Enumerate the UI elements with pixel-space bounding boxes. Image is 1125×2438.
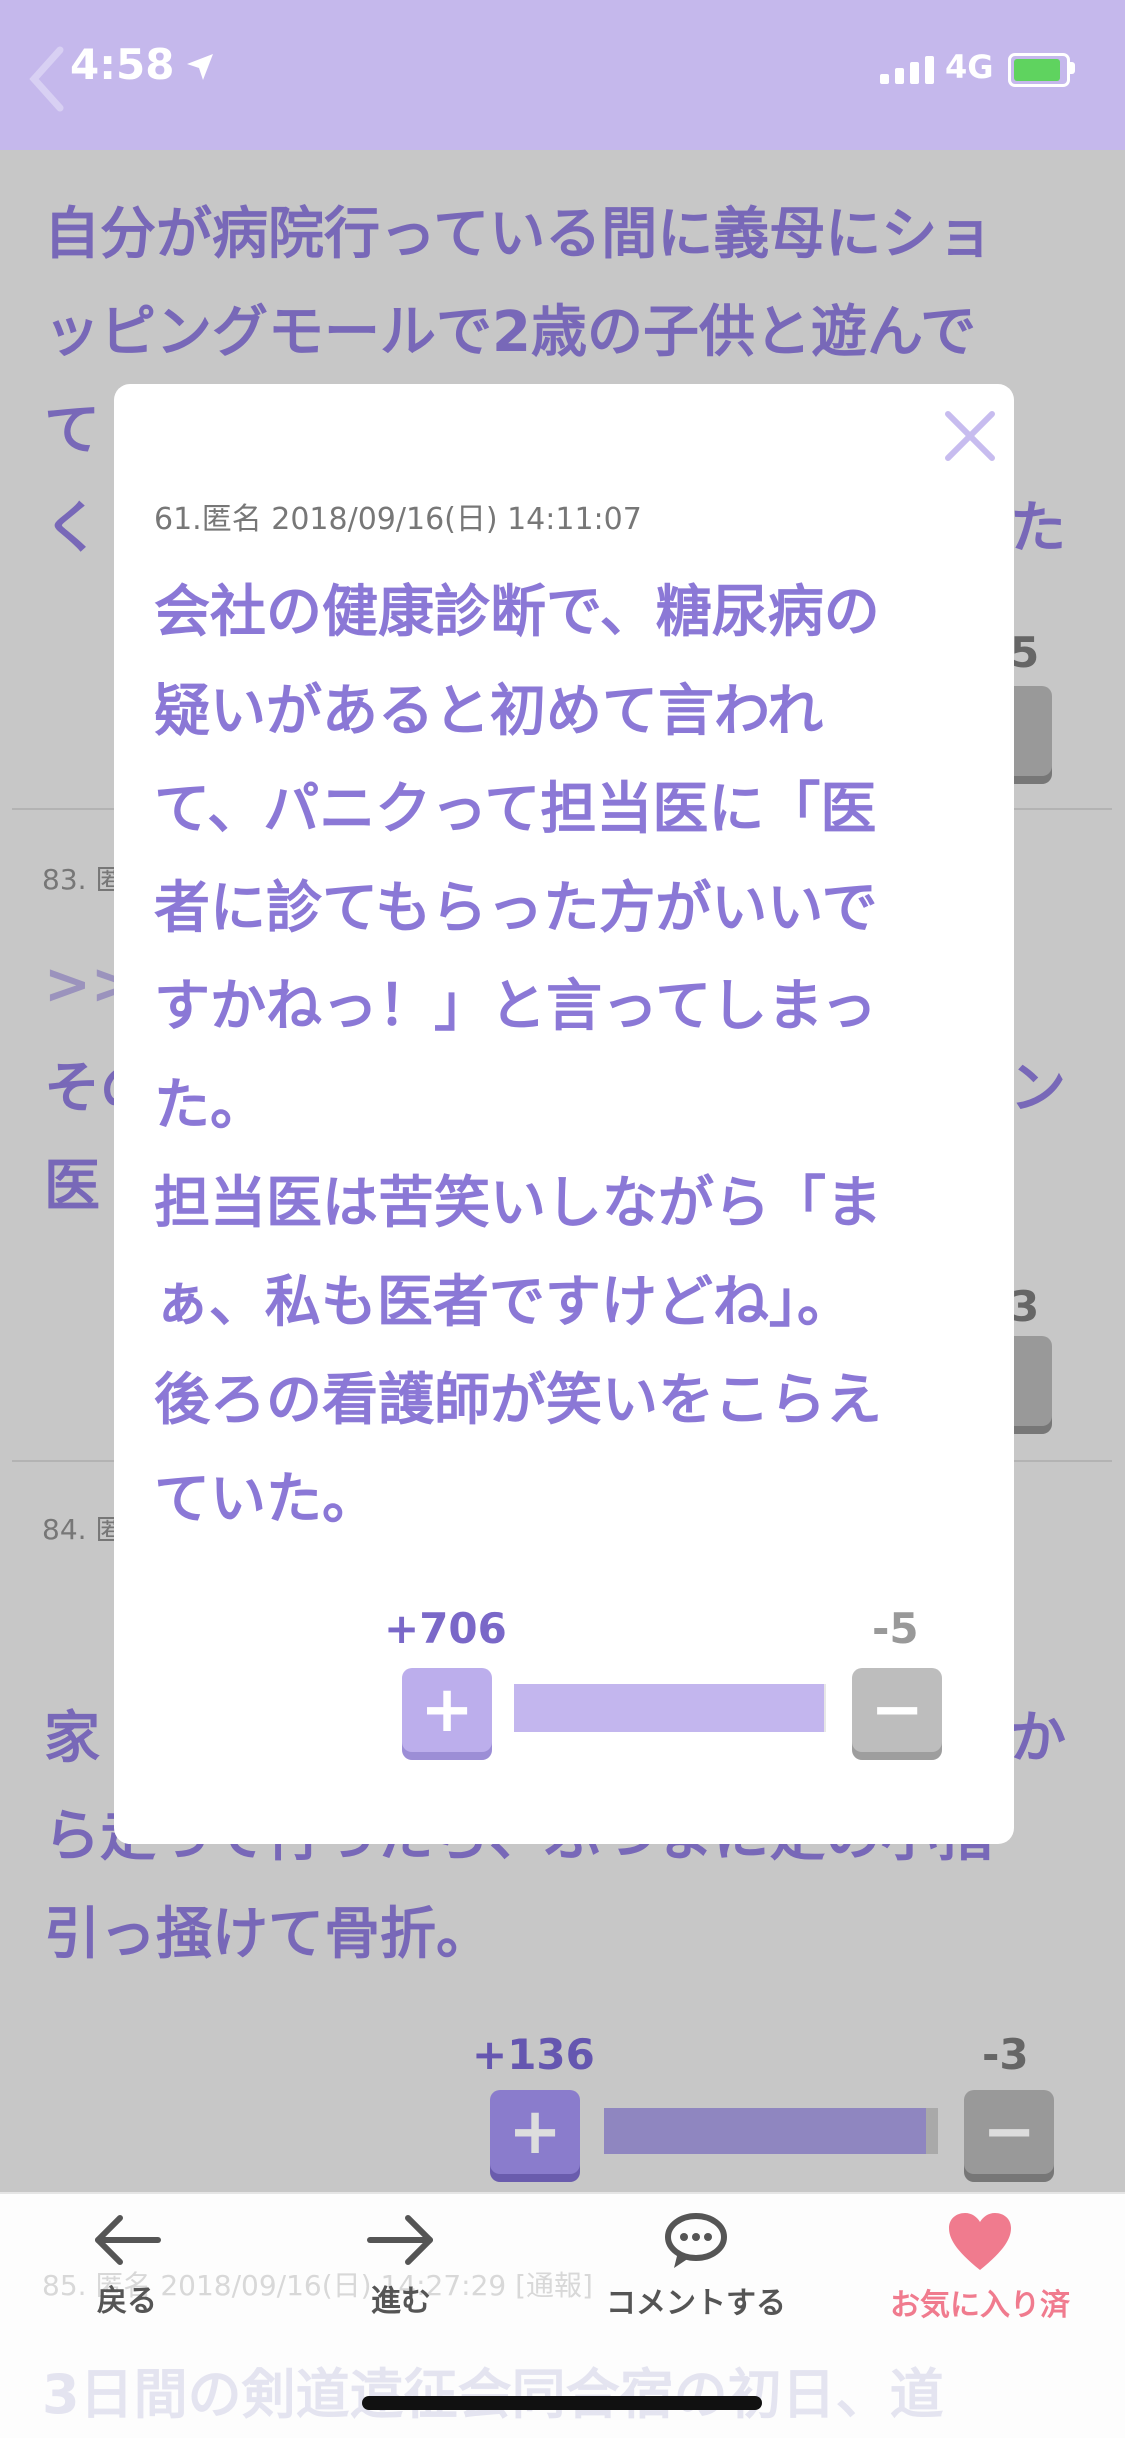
battery-icon xyxy=(1008,53,1070,87)
comment-line: て、パニクって担当医に「医 xyxy=(154,777,877,842)
network-type: 4G xyxy=(945,48,994,86)
post-text-tail: ン xyxy=(1010,1056,1066,1121)
post-text-tail: か xyxy=(1010,1706,1066,1771)
comment-line: 担当医は苦笑いしながら「ま xyxy=(154,1171,882,1236)
status-time: 4:58 xyxy=(70,40,175,89)
comment-line: 後ろの看護師が笑いをこらえ xyxy=(154,1368,882,1433)
comment-line: すかねっ！」と言ってしまっ xyxy=(154,974,877,1039)
speech-bubble-icon xyxy=(665,2213,727,2268)
comment-line: ていた。 xyxy=(154,1466,378,1532)
arrow-left-icon xyxy=(95,2215,161,2265)
plus-count: +136 xyxy=(472,2030,595,2079)
comment-body: 会社の健康診断で、糖尿病の 疑いがあると初めて言われ て、パニクって担当医に「医… xyxy=(154,564,984,1549)
comment-line: 会社の健康診断で、糖尿病の xyxy=(154,580,880,645)
heart-icon xyxy=(949,2213,1011,2270)
comment-modal: 61.匿名 2018/09/16(日) 14:11:07 会社の健康診断で、糖尿… xyxy=(114,384,1014,1844)
comment-line: 者に診てもらった方がいいで xyxy=(154,875,878,941)
forward-label: 進む xyxy=(371,2284,431,2319)
favorite-button[interactable]: お気に入り済 xyxy=(890,2212,1070,2324)
minus-button[interactable]: − xyxy=(964,2090,1054,2174)
post-text-faded: 3日間の剣道遠征会同合宿の初日、道 xyxy=(42,2363,944,2426)
minus-count: 5 xyxy=(1010,628,1040,677)
comment-meta: 61.匿名 2018/09/16(日) 14:11:07 xyxy=(154,502,642,537)
comment-label: コメントする xyxy=(606,2286,786,2321)
post-text-tail: た xyxy=(1010,496,1066,561)
close-icon[interactable] xyxy=(940,406,1000,466)
back-button[interactable]: 戻る xyxy=(92,2212,162,2320)
plus-button[interactable]: + xyxy=(490,2090,580,2174)
minus-count: -5 xyxy=(872,1604,919,1653)
arrow-right-icon xyxy=(367,2215,433,2265)
minus-vote-button[interactable]: − xyxy=(852,1668,942,1752)
favorite-label: お気に入り済 xyxy=(890,2288,1070,2323)
signal-bars-icon xyxy=(880,56,934,84)
vote-bar-fill xyxy=(604,2108,926,2154)
vote-ratio-bar xyxy=(514,1684,826,1732)
home-indicator[interactable] xyxy=(362,2396,762,2410)
vote-bar-rest xyxy=(926,2108,938,2154)
comment-line: 疑いがあると初めて言われ xyxy=(154,678,824,744)
plus-vote-button[interactable]: + xyxy=(402,1668,492,1752)
minus-icon: − xyxy=(870,1673,924,1747)
vote-bar-fill xyxy=(514,1684,824,1732)
plus-count: +706 xyxy=(384,1604,507,1653)
plus-icon: + xyxy=(420,1673,474,1747)
post-meta: 84. 匿 xyxy=(42,1513,124,1546)
back-label: 戻る xyxy=(97,2284,157,2319)
forward-button[interactable]: 進む xyxy=(366,2212,436,2320)
minus-count: -3 xyxy=(982,2030,1029,2079)
post-meta: 83. 匿 xyxy=(42,863,124,896)
location-arrow-icon xyxy=(187,54,213,80)
comment-button[interactable]: コメントする xyxy=(606,2212,786,2322)
status-bar: 4:58 4G xyxy=(0,0,1125,150)
back-chevron-icon[interactable] xyxy=(26,44,66,114)
comment-line: ぁ、私も医者ですけどね」。 xyxy=(154,1269,853,1335)
comment-line: た。 xyxy=(154,1072,266,1138)
minus-count: 3 xyxy=(1010,1282,1040,1331)
